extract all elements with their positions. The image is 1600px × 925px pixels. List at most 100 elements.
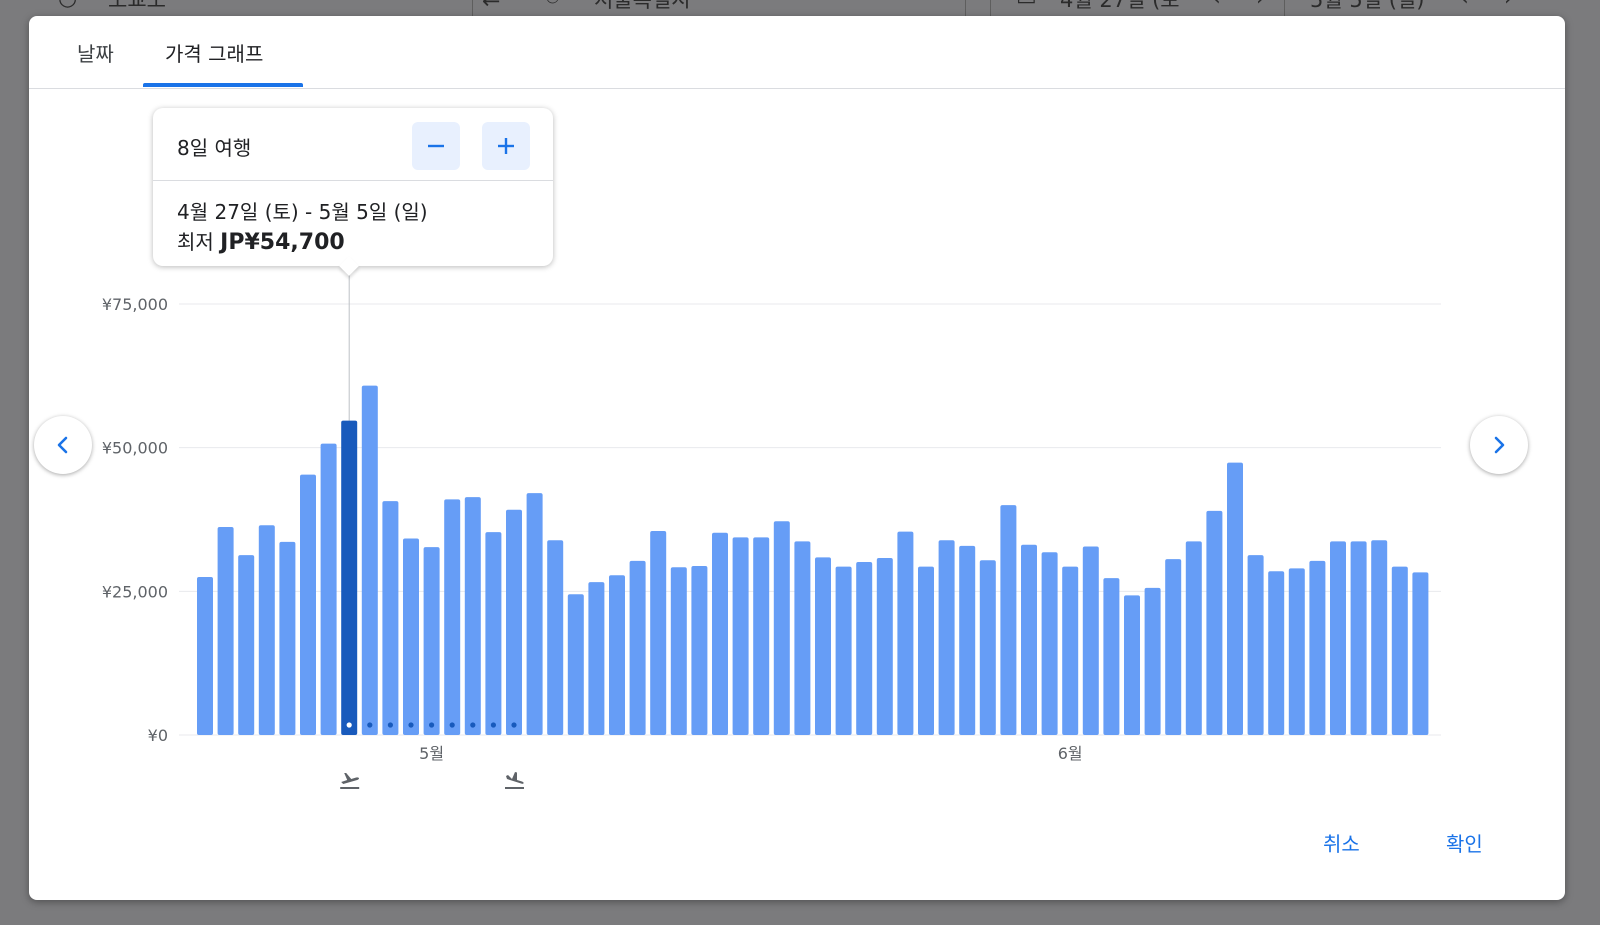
price-bar [918, 566, 934, 735]
price-bar [773, 521, 790, 735]
price-bar [897, 531, 914, 735]
price-bar [1288, 568, 1305, 735]
price-bar [567, 594, 584, 735]
trip-day-dot [470, 722, 476, 728]
price-bar [1227, 462, 1243, 735]
origin-circle-icon: ○ [58, 0, 77, 11]
price-bar [1330, 541, 1346, 735]
price-tooltip: 8일 여행 4월 27일 (토) - 5월 5일 (일) 최저 JP¥54,70… [153, 108, 553, 276]
price-value: JP¥54,700 [220, 230, 345, 255]
price-bar [1082, 546, 1099, 735]
price-bar-selected [341, 420, 358, 735]
price-bar [1371, 540, 1388, 735]
price-bar [361, 385, 378, 735]
flight-takeoff-icon [340, 773, 360, 789]
price-bar [1041, 552, 1058, 735]
chart-prev-button[interactable] [34, 416, 92, 474]
price-bar [609, 575, 625, 735]
plus-icon [498, 138, 514, 154]
price-bar [1165, 559, 1182, 735]
y-tick-label: ¥50,000 [102, 439, 168, 458]
y-tick-label: ¥0 [148, 726, 168, 745]
price-bar [1124, 595, 1140, 735]
price-bar [588, 582, 605, 735]
trip-day-dot [367, 722, 373, 728]
price-bar [547, 540, 564, 735]
price-bar [217, 526, 234, 735]
decrease-trip-length-button[interactable] [412, 122, 460, 170]
price-bar [1206, 510, 1223, 735]
swap-icon: ⇄ [482, 0, 500, 11]
chevron-left-icon [57, 436, 68, 454]
price-bar [753, 537, 770, 735]
cancel-button[interactable]: 취소 [1323, 828, 1360, 857]
price-bar [464, 497, 481, 735]
trip-length-label: 8일 여행 [177, 136, 252, 160]
price-bar [1247, 555, 1264, 735]
tab-dates[interactable]: 날짜 [77, 38, 114, 67]
price-bar [320, 443, 337, 735]
price-bar [876, 558, 893, 735]
price-bar [1000, 505, 1017, 735]
price-bar [300, 474, 316, 735]
lowest-price: 최저 JP¥54,700 [177, 226, 345, 255]
price-bar [629, 560, 646, 735]
chart-next-button[interactable] [1470, 416, 1528, 474]
y-tick-label: ¥75,000 [102, 295, 168, 314]
depart-prev-icon: ‹ [1212, 0, 1221, 11]
flight-land-icon [505, 772, 524, 789]
price-bar [835, 566, 852, 735]
tab-bar: 날짜 가격 그래프 [29, 16, 1565, 89]
increase-trip-length-button[interactable] [482, 122, 530, 170]
confirm-button[interactable]: 확인 [1446, 828, 1483, 857]
price-bar [979, 560, 996, 735]
price-prefix: 최저 [177, 230, 214, 254]
price-bar [1144, 587, 1161, 735]
price-bar [815, 557, 831, 735]
price-bar [485, 532, 502, 735]
price-bar [1350, 541, 1367, 735]
tab-price-graph[interactable]: 가격 그래프 [165, 38, 263, 67]
tooltip-divider [153, 180, 553, 181]
return-prev-icon: ‹ [1460, 0, 1469, 11]
chevron-right-icon [1494, 436, 1505, 454]
price-bar [670, 567, 687, 735]
price-bar [526, 493, 543, 735]
price-bar [197, 576, 213, 735]
minus-icon [428, 144, 444, 148]
trip-day-dot [387, 722, 393, 728]
trip-day-dot [511, 722, 517, 728]
trip-dates: 4월 27일 (토) - 5월 5일 (일) [177, 200, 428, 224]
price-bar [732, 537, 749, 735]
location-pin-icon: ⌾ [546, 0, 559, 11]
price-bar [403, 538, 419, 735]
price-bar [444, 499, 461, 735]
trip-day-dot [490, 722, 496, 728]
price-bar [238, 555, 255, 735]
price-bar [1103, 578, 1120, 735]
price-bar [279, 541, 296, 735]
price-bar [691, 566, 708, 735]
price-bar [1309, 560, 1326, 735]
price-bar [506, 509, 522, 735]
price-bar [1185, 541, 1202, 735]
price-bar [712, 532, 728, 735]
x-month-label: 5월 [419, 744, 444, 763]
trip-day-dot [346, 722, 352, 728]
y-tick-label: ¥25,000 [102, 582, 168, 601]
trip-day-dot [429, 722, 435, 728]
price-bar [650, 530, 667, 735]
trip-day-dot [408, 722, 414, 728]
price-bar [938, 540, 955, 735]
trip-day-dot [449, 722, 455, 728]
calendar-icon: ▭ [1016, 0, 1037, 11]
price-bar [856, 562, 873, 735]
price-bar [1062, 566, 1079, 735]
price-bar [382, 501, 399, 735]
price-bar [258, 525, 275, 735]
price-bar [959, 545, 976, 735]
price-bar [1412, 572, 1429, 735]
return-next-icon: › [1504, 0, 1513, 11]
price-bar [423, 547, 440, 735]
price-bar [794, 541, 811, 735]
